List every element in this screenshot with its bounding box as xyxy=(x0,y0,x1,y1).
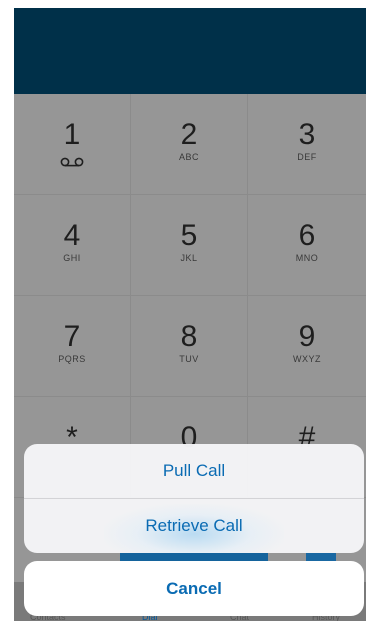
phone-screen: 1 2 ABC 3 DEF 4 GHI 5 JKL 6 MNO 7 PQRS 8… xyxy=(14,8,366,621)
cancel-button[interactable]: Cancel xyxy=(24,561,364,616)
retrieve-call-button[interactable]: Retrieve Call xyxy=(24,499,364,553)
header-bar xyxy=(14,8,366,94)
action-sheet: Pull Call Retrieve Call xyxy=(24,444,364,553)
pull-call-button[interactable]: Pull Call xyxy=(24,444,364,498)
